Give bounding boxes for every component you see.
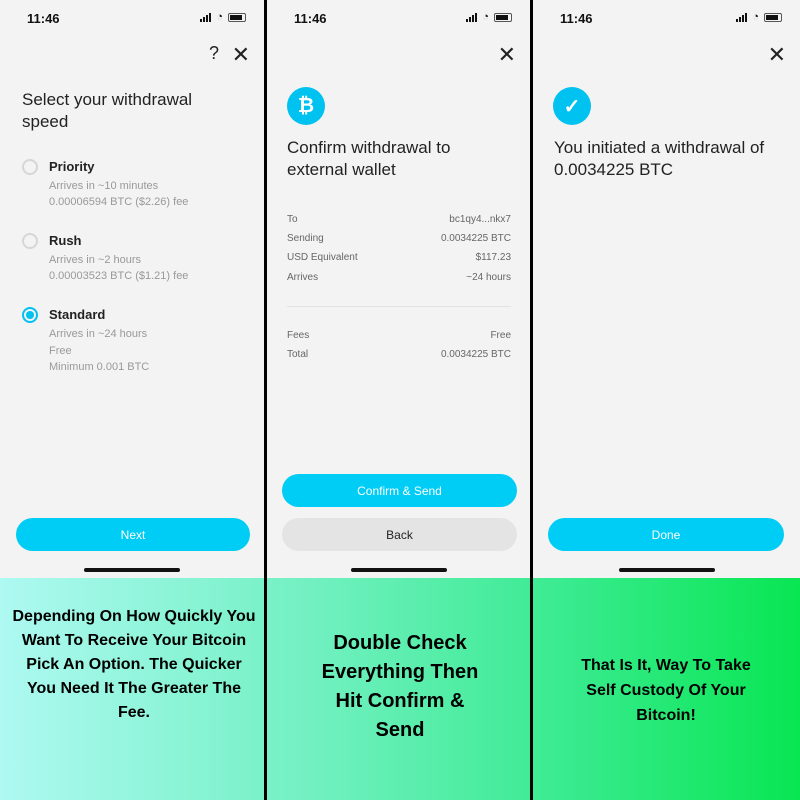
page-title: Confirm withdrawal to external wallet: [287, 138, 451, 179]
home-indicator: [618, 568, 715, 572]
withdrawal-speed-screen: 11:46 ◔ ? ✕ Select your withdrawal speed…: [0, 0, 264, 578]
caption-1: Depending On How Quickly You Want To Rec…: [12, 608, 256, 721]
panel-divider: [530, 0, 533, 800]
caption-2: Double Check Everything Then Hit Confirm…: [321, 632, 479, 741]
detail-row: To bc1qy4...nkx7: [287, 214, 511, 225]
divider: [287, 306, 511, 307]
confirm-screen: 11:46 ◔ ✕ ₿ Confirm withdrawal to extern…: [267, 0, 530, 578]
option-name: Priority: [49, 159, 95, 174]
status-icons: ◔: [200, 11, 246, 23]
option-detail: Free: [49, 345, 72, 357]
page-title: Select your withdrawal speed: [22, 90, 193, 131]
option-detail: 0.00003523 BTC ($1.21) fee: [49, 270, 189, 282]
done-button[interactable]: Done: [548, 518, 784, 551]
home-indicator: [350, 568, 447, 572]
confirm-send-button[interactable]: Confirm & Send: [282, 474, 517, 507]
battery-icon: [764, 12, 782, 22]
option-detail: 0.00006594 BTC ($2.26) fee: [49, 196, 189, 208]
wifi-icon: ◔: [752, 11, 759, 23]
battery-icon: [228, 12, 246, 22]
bitcoin-icon: ₿: [287, 87, 325, 125]
detail-row: Sending 0.0034225 BTC: [287, 233, 511, 244]
option-name: Standard: [49, 307, 106, 322]
status-time: 11:46: [560, 11, 593, 26]
signal-icon: [736, 12, 748, 22]
detail-row: Total 0.0034225 BTC: [287, 349, 511, 360]
next-button[interactable]: Next: [16, 518, 250, 551]
radio-standard[interactable]: [22, 307, 38, 323]
home-indicator: [84, 568, 180, 572]
wifi-icon: ◔: [216, 11, 223, 23]
status-icons: ◔: [466, 11, 512, 23]
detail-row: Arrives ~24 hours: [287, 272, 511, 283]
status-time: 11:46: [27, 11, 60, 26]
option-detail: Arrives in ~10 minutes: [49, 180, 159, 192]
back-button[interactable]: Back: [282, 518, 517, 551]
signal-icon: [466, 12, 478, 22]
option-name: Rush: [49, 233, 82, 248]
option-detail: Arrives in ~24 hours: [49, 328, 148, 340]
status-time: 11:46: [294, 11, 327, 26]
panel-divider: [264, 0, 267, 800]
page-title: You initiated a withdrawal of 0.0034225 …: [554, 138, 765, 179]
radio-rush[interactable]: [22, 233, 38, 249]
battery-icon: [494, 12, 512, 22]
close-button[interactable]: ✕: [232, 42, 250, 68]
help-button[interactable]: ?: [209, 43, 219, 64]
caption-3: That Is It, Way To Take Self Custody Of …: [581, 656, 751, 724]
success-screen: 11:46 ◔ ✕ ✓ You initiated a withdrawal o…: [533, 0, 800, 578]
option-detail: Arrives in ~2 hours: [49, 254, 142, 266]
detail-row: USD Equivalent $117.23: [287, 252, 511, 263]
option-detail: Minimum 0.001 BTC: [49, 361, 150, 373]
detail-row: Fees Free: [287, 330, 511, 341]
radio-priority[interactable]: [22, 159, 38, 175]
wifi-icon: ◔: [482, 11, 489, 23]
close-button[interactable]: ✕: [768, 42, 786, 68]
checkmark-icon: ✓: [553, 87, 591, 125]
status-icons: ◔: [736, 11, 782, 23]
signal-icon: [200, 12, 212, 22]
close-button[interactable]: ✕: [498, 42, 516, 68]
